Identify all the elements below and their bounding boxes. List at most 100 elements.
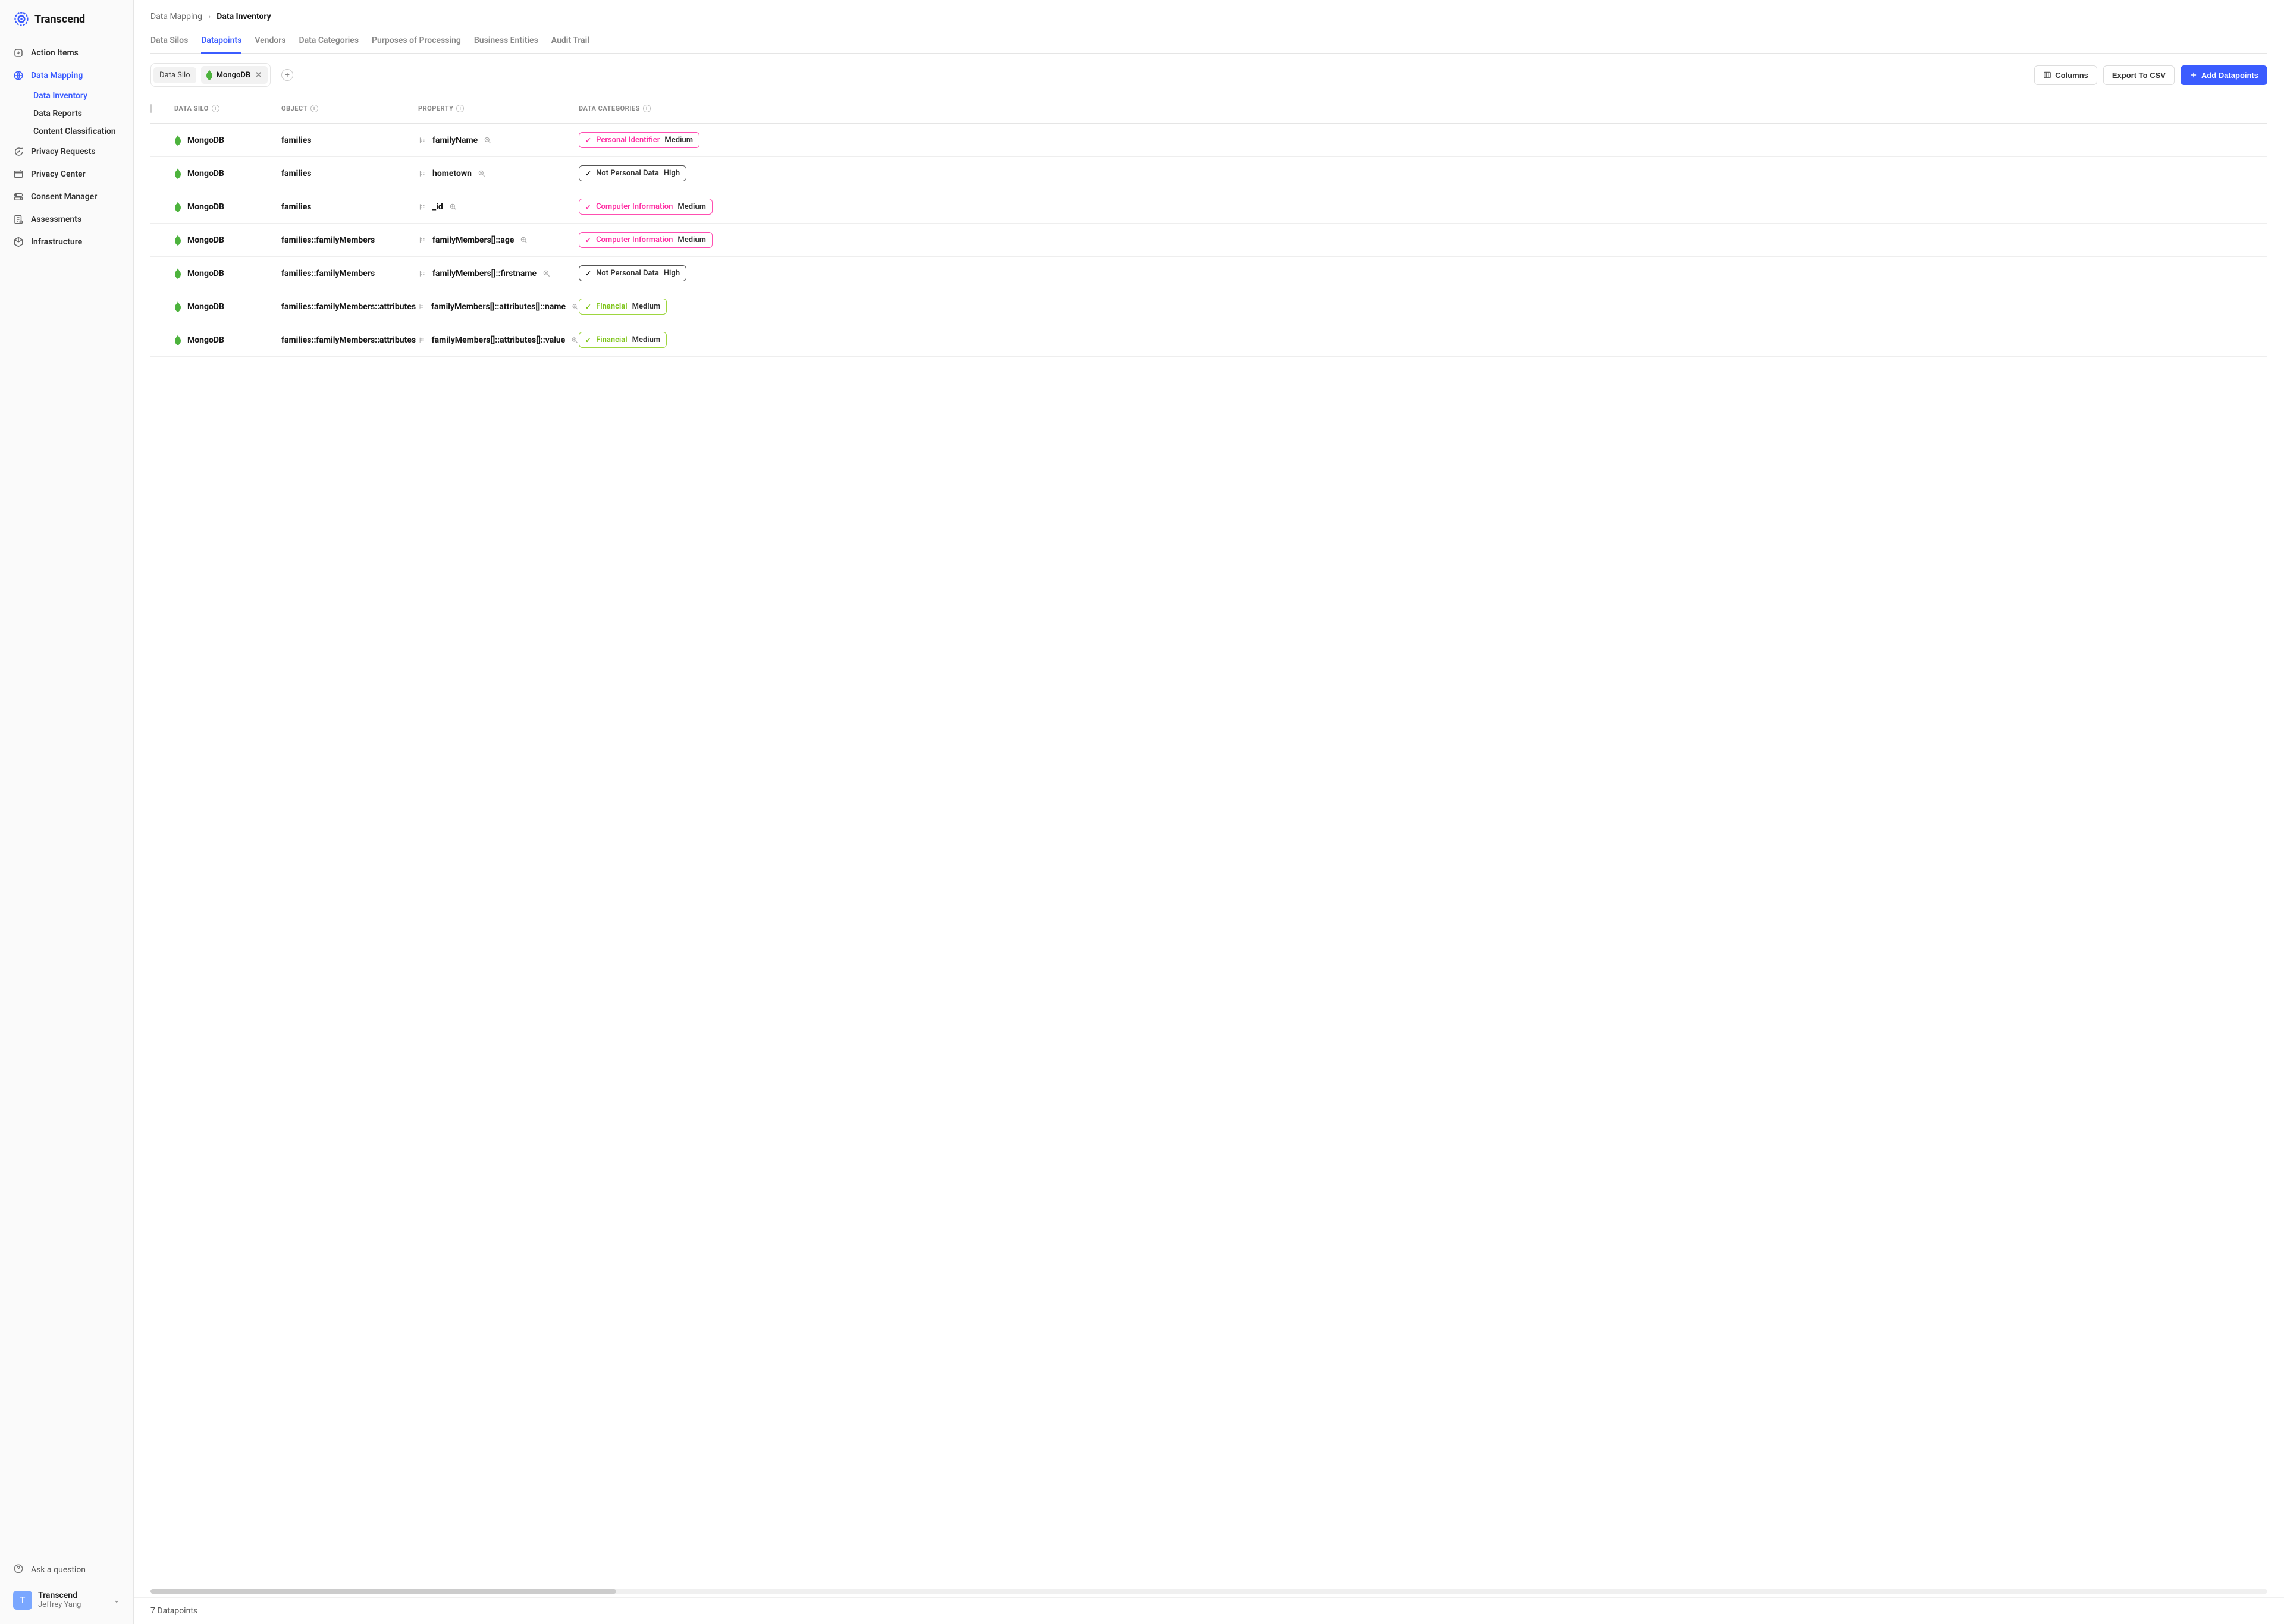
table-row[interactable]: MongoDBfamilies::familyMembers::attribut… — [150, 323, 2267, 357]
breadcrumb-current: Data Inventory — [217, 12, 271, 21]
chat-icon — [13, 146, 24, 157]
sidebar-item-data-mapping[interactable]: Data Mapping — [0, 64, 133, 87]
object-cell: families::familyMembers — [281, 269, 418, 278]
select-all-checkbox[interactable] — [150, 104, 152, 113]
sidebar-item-privacy-center[interactable]: Privacy Center — [0, 163, 133, 186]
category-label: Computer Information — [596, 235, 673, 244]
category-tag[interactable]: ✓Not Personal DataHigh — [579, 165, 686, 181]
add-label: Add Datapoints — [2201, 71, 2258, 80]
property-cell: _id — [418, 202, 579, 212]
category-tag[interactable]: ✓Personal IdentifierMedium — [579, 132, 699, 148]
check-icon: ✓ — [585, 136, 591, 145]
check-icon: ✓ — [585, 203, 591, 211]
sidebar-item-action-items[interactable]: Action Items — [0, 42, 133, 64]
table-row[interactable]: MongoDB families::familyMembers familyMemb… — [150, 257, 2267, 290]
category-confidence: Medium — [677, 202, 706, 211]
category-tag[interactable]: ✓FinancialMedium — [579, 332, 667, 348]
table-header: DATA SILOi OBJECTi PROPERTYi DATA CATEGO… — [150, 96, 2267, 124]
silo-cell: MongoDB — [174, 202, 281, 212]
logo[interactable]: Transcend — [0, 11, 133, 42]
chevron-right-icon: › — [208, 12, 211, 21]
object-cell: families — [281, 202, 418, 212]
zoom-icon[interactable] — [478, 169, 486, 178]
category-tag[interactable]: ✓ Computer Information Medium — [579, 232, 713, 248]
sidebar-subitem-data-reports[interactable]: Data Reports — [33, 105, 133, 122]
category-cell: ✓ Computer Information Medium — [579, 232, 2267, 248]
columns-button[interactable]: Columns — [2034, 65, 2097, 85]
mongodb-icon — [174, 135, 181, 146]
tab-purposes[interactable]: Purposes of Processing — [372, 31, 461, 54]
info-icon[interactable]: i — [310, 105, 318, 112]
zoom-icon[interactable] — [542, 269, 551, 278]
property-cell: familyMembers[]::attributes[]::value — [418, 335, 579, 345]
silo-name: MongoDB — [187, 269, 224, 278]
breadcrumb-root[interactable]: Data Mapping — [150, 12, 202, 21]
mongodb-icon — [174, 268, 181, 279]
tab-business-entities[interactable]: Business Entities — [474, 31, 538, 54]
table-row[interactable]: MongoDBfamilieshometown✓Not Personal Dat… — [150, 157, 2267, 190]
category-tag[interactable]: ✓FinancialMedium — [579, 299, 667, 315]
category-tag[interactable]: ✓Not Personal DataHigh — [579, 265, 686, 281]
zoom-icon[interactable] — [449, 203, 457, 211]
add-datapoints-button[interactable]: Add Datapoints — [2181, 65, 2267, 85]
zoom-icon[interactable] — [484, 136, 492, 145]
horizontal-scrollbar[interactable] — [150, 1589, 2267, 1594]
col-property[interactable]: PROPERTYi — [418, 105, 579, 112]
category-tag[interactable]: ✓Computer InformationMedium — [579, 199, 713, 215]
filter-chip-mongodb[interactable]: MongoDB ✕ — [201, 66, 268, 84]
export-csv-button[interactable]: Export To CSV — [2103, 65, 2175, 85]
scrollbar-thumb[interactable] — [150, 1589, 616, 1594]
sidebar-item-privacy-requests[interactable]: Privacy Requests — [0, 140, 133, 163]
header: Data Mapping › Data Inventory Data Silos… — [134, 0, 2284, 54]
account-org: Transcend — [38, 1591, 107, 1601]
tab-data-categories[interactable]: Data Categories — [299, 31, 359, 54]
nav-label: Assessments — [31, 215, 81, 224]
table-row[interactable]: MongoDBfamilies::familyMembersfamilyMemb… — [150, 224, 2267, 257]
table-footer: 7 Datapoints — [134, 1597, 2284, 1624]
info-icon[interactable]: i — [643, 105, 651, 112]
sidebar-item-infrastructure[interactable]: Infrastructure — [0, 231, 133, 253]
property-name: hometown — [432, 169, 472, 178]
nav: Action Items Data Mapping Data Inventory… — [0, 42, 133, 1557]
tab-data-silos[interactable]: Data Silos — [150, 31, 188, 54]
silo-cell: MongoDB — [174, 135, 281, 146]
silo-name: MongoDB — [187, 202, 224, 212]
sidebar-item-assessments[interactable]: Assessments — [0, 208, 133, 231]
remove-filter-icon[interactable]: ✕ — [254, 71, 263, 80]
ask-question-button[interactable]: Ask a question — [11, 1557, 123, 1587]
info-icon[interactable]: i — [212, 105, 219, 112]
tab-datapoints[interactable]: Datapoints — [201, 31, 241, 54]
filter-field-label[interactable]: Data Silo — [153, 67, 196, 83]
add-filter-button[interactable]: + — [281, 69, 293, 81]
category-confidence: Medium — [677, 235, 706, 244]
columns-label: Columns — [2055, 71, 2088, 80]
silo-name: MongoDB — [187, 169, 224, 178]
col-data-categories[interactable]: DATA CATEGORIESi — [579, 105, 2267, 112]
col-object[interactable]: OBJECTi — [281, 105, 418, 112]
sidebar-subitem-data-inventory[interactable]: Data Inventory — [33, 87, 133, 105]
property-name: familyMembers[]::firstname — [432, 269, 537, 278]
silo-name: MongoDB — [187, 302, 224, 312]
check-icon: ✓ — [585, 236, 591, 244]
tab-vendors[interactable]: Vendors — [255, 31, 286, 54]
account-switcher[interactable]: T Transcend Jeffrey Yang ⌄ — [11, 1587, 123, 1613]
category-cell: ✓FinancialMedium — [579, 332, 2267, 348]
tab-audit-trail[interactable]: Audit Trail — [551, 31, 589, 54]
silo-name: MongoDB — [187, 235, 224, 245]
tree-icon — [418, 169, 426, 178]
col-data-silo[interactable]: DATA SILOi — [174, 105, 281, 112]
zoom-icon[interactable] — [572, 303, 579, 311]
mongodb-icon — [174, 301, 181, 312]
property-name: familyMembers[]::attributes[]::name — [431, 302, 566, 312]
sidebar-item-consent-manager[interactable]: Consent Manager — [0, 186, 133, 208]
table-row[interactable]: MongoDB families_id✓Computer InformationM… — [150, 190, 2267, 224]
silo-cell: MongoDB — [174, 235, 281, 246]
info-icon[interactable]: i — [456, 105, 464, 112]
zoom-icon[interactable] — [520, 236, 528, 244]
toggle-icon — [13, 191, 24, 202]
sidebar-subitem-content-classification[interactable]: Content Classification — [33, 122, 133, 140]
toolbar-actions: Columns Export To CSV Add Datapoints — [2034, 65, 2267, 85]
table-row[interactable]: MongoDBfamilies::familyMembers::attribut… — [150, 290, 2267, 323]
zoom-icon[interactable] — [571, 336, 579, 344]
table-row[interactable]: MongoDBfamiliesfamilyName✓Personal Ident… — [150, 124, 2267, 157]
